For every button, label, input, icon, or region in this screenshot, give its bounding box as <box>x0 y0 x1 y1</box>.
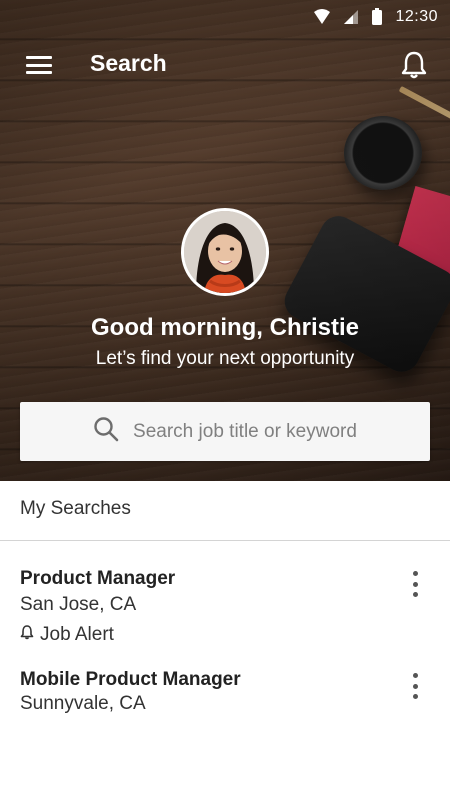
kebab-dot <box>412 581 418 587</box>
pencil-decoration <box>398 85 450 125</box>
section-title: My Searches <box>20 498 131 519</box>
status-bar: 12:30 <box>0 0 450 34</box>
kebab-dot <box>412 683 418 689</box>
search-placeholder: Search job title or keyword <box>133 420 357 442</box>
more-options-icon[interactable] <box>408 671 422 701</box>
kebab-dot <box>412 592 418 597</box>
page-title: Search <box>90 50 167 76</box>
saved-search-title: Product Manager <box>20 568 176 589</box>
hamburger-menu-icon[interactable] <box>24 52 54 78</box>
avatar[interactable] <box>181 208 269 296</box>
kebab-dot <box>412 694 418 699</box>
bell-icon <box>20 624 34 646</box>
kebab-dot <box>412 571 418 576</box>
my-searches-header: My Searches <box>0 481 450 541</box>
greeting-subtitle: Let’s find your next opportunity <box>95 348 355 369</box>
coffee-mug-decoration <box>344 116 422 190</box>
saved-search-item[interactable]: Mobile Product Manager Sunnyvale, CA <box>0 653 450 733</box>
greeting-text: Good morning, Christie <box>91 314 359 341</box>
menu-line <box>26 63 52 67</box>
menu-line <box>26 56 52 59</box>
search-input[interactable]: Search job title or keyword <box>20 402 430 461</box>
saved-search-location: San Jose, CA <box>20 594 137 615</box>
battery-icon <box>371 8 383 26</box>
kebab-dot <box>412 673 418 678</box>
saved-search-item[interactable]: Product Manager San Jose, CA Job Alert <box>0 541 450 653</box>
more-options-icon[interactable] <box>408 569 422 599</box>
saved-search-location: Sunnyvale, CA <box>20 693 146 714</box>
job-alert-label: Job Alert <box>20 624 114 646</box>
wifi-icon <box>313 9 331 25</box>
status-clock: 12:30 <box>395 8 438 25</box>
job-alert-text: Job Alert <box>40 624 114 645</box>
menu-line <box>26 71 52 74</box>
saved-search-title: Mobile Product Manager <box>20 669 241 690</box>
cell-signal-icon <box>343 9 359 25</box>
app-bar: Search <box>0 40 450 90</box>
bell-icon[interactable] <box>398 48 430 82</box>
search-icon <box>93 416 119 447</box>
